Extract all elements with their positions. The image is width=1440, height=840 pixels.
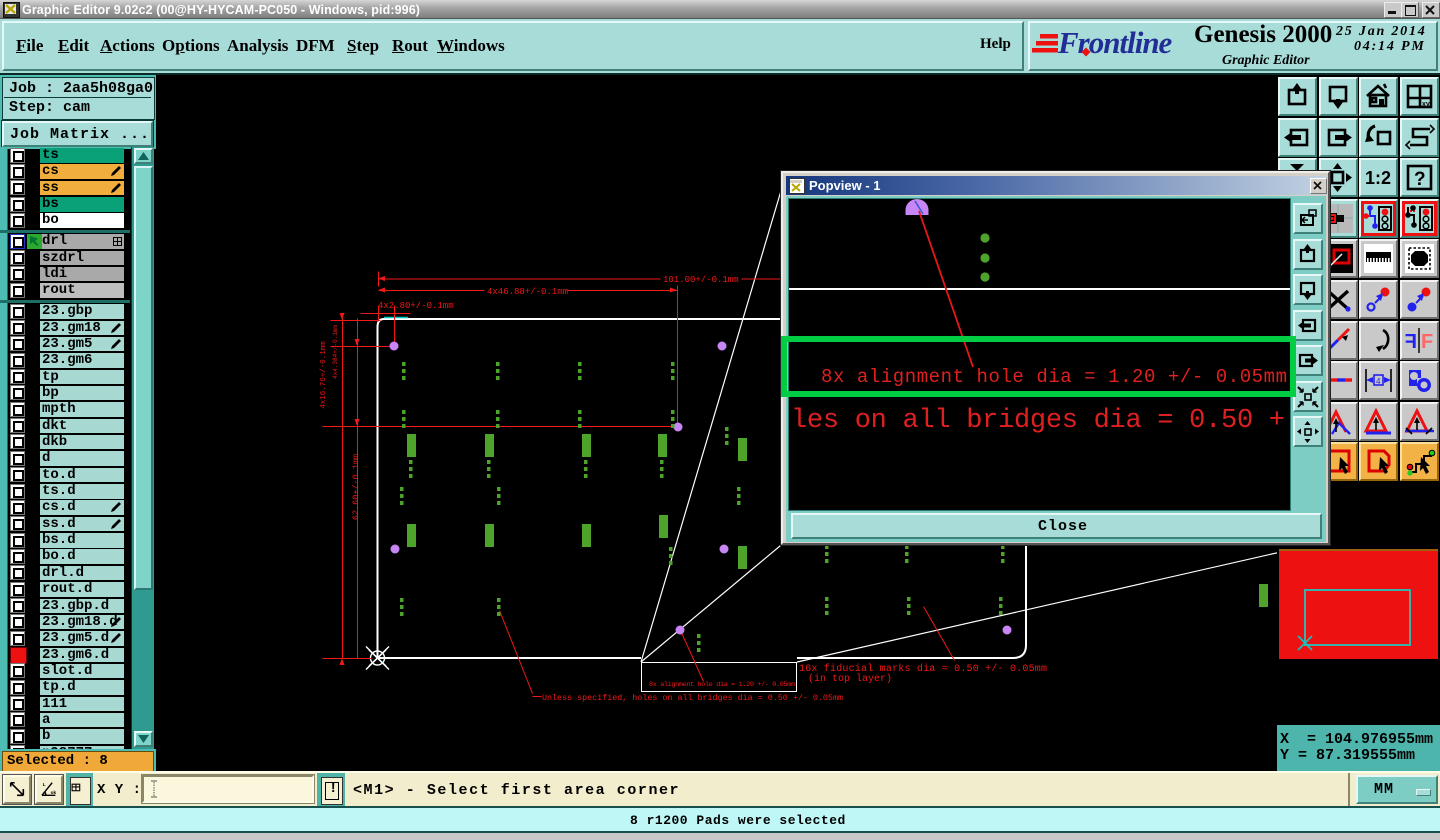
svg-text:8x alignment hole dia = 1.20 +: 8x alignment hole dia = 1.20 +/- 0.05mm	[649, 681, 795, 689]
svg-text:?: ?	[1414, 169, 1426, 190]
svg-text:(in top layer): (in top layer)	[808, 673, 892, 685]
svg-text:ok: ok	[51, 790, 57, 796]
svg-text:L: L	[43, 782, 46, 788]
svg-text:les on all bridges dia = 0.50: les on all bridges dia = 0.50 +	[791, 406, 1285, 436]
svg-text:1:2: 1:2	[1365, 168, 1391, 188]
svg-text:101.00+/-0.1mm: 101.00+/-0.1mm	[663, 275, 739, 285]
svg-text:Unless specified, holes on all: Unless specified, holes on all bridges d…	[542, 693, 843, 703]
svg-text:4x4.384+/-0.1mm: 4x4.384+/-0.1mm	[332, 325, 339, 379]
svg-text:62.60+/-0.1mm: 62.60+/-0.1mm	[351, 454, 361, 520]
svg-text:F: F	[1421, 331, 1433, 353]
svg-text:4x2.80+/-0.1mm: 4x2.80+/-0.1mm	[378, 301, 454, 311]
svg-text:4: 4	[1376, 377, 1381, 386]
svg-text:F: F	[1405, 331, 1417, 353]
svg-text:4x46.88+/-0.1mm: 4x46.88+/-0.1mm	[487, 287, 568, 297]
svg-text:xy: xy	[1422, 101, 1430, 108]
svg-text:4x16.76+/-0.1mm: 4x16.76+/-0.1mm	[320, 341, 328, 409]
